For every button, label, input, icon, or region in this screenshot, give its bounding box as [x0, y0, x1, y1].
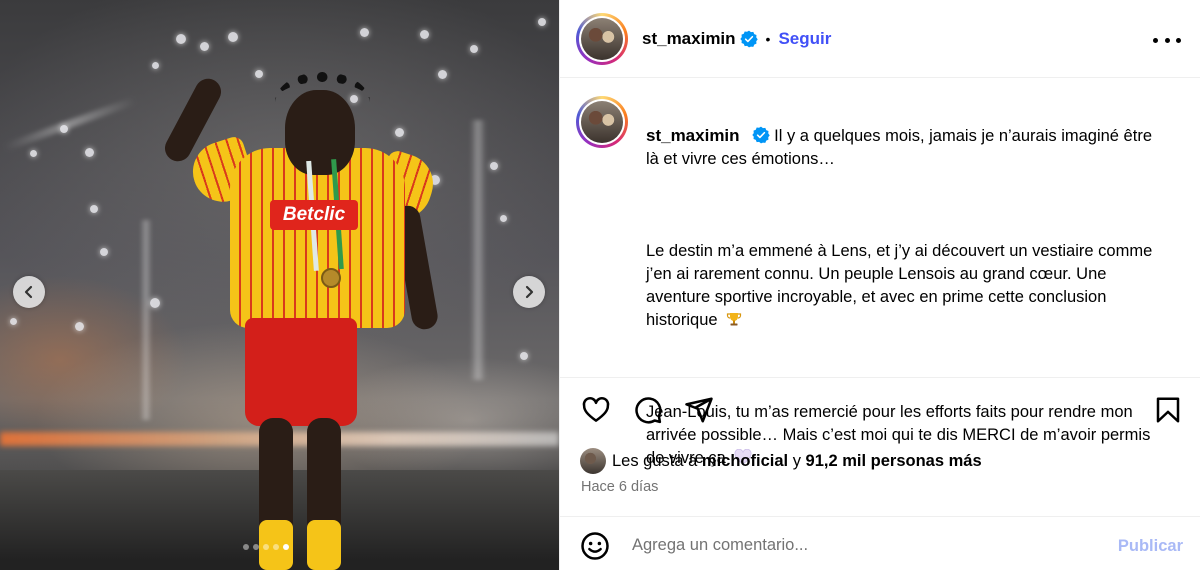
likes-prefix-text: Les gusta a [612, 451, 698, 470]
comment-icon [635, 397, 662, 424]
likes-conjunction: y [792, 451, 801, 470]
publish-button[interactable]: Publicar [1118, 537, 1183, 556]
post-header: st_maximin • Seguir [560, 0, 1200, 78]
comment-input[interactable] [632, 531, 1092, 559]
caption-paragraph-2: Le destin m’a emmené à Lens, et j’y ai d… [646, 242, 1153, 329]
verified-badge-icon [739, 30, 758, 48]
carousel-prev-button[interactable] [13, 276, 45, 308]
shirt-sponsor: Betclic [270, 200, 358, 230]
liker-avatar[interactable] [580, 448, 606, 474]
trophy-emoji-icon [727, 313, 742, 326]
separator-dot: • [765, 31, 771, 47]
liker-username[interactable]: michoficial [702, 452, 788, 471]
chevron-left-icon [24, 285, 33, 299]
likes-summary: Les gusta a michoficial y 91,2 mil perso… [580, 448, 982, 474]
more-options-icon[interactable] [1153, 30, 1181, 50]
light-beam [140, 220, 152, 420]
author-avatar[interactable] [576, 13, 628, 65]
post-media[interactable]: Betclic [0, 0, 559, 570]
like-button[interactable] [581, 395, 611, 425]
comment-button[interactable] [633, 395, 663, 425]
carousel-dot [263, 544, 269, 550]
caption-author-avatar[interactable] [576, 96, 628, 148]
carousel-dot-active [283, 544, 289, 550]
likes-count[interactable]: 91,2 mil personas más [806, 452, 982, 471]
caption-username[interactable]: st_maximin [646, 126, 740, 145]
post-timestamp[interactable]: Hace 6 días [581, 479, 658, 495]
heart-icon [582, 397, 610, 422]
author-name-row: st_maximin • Seguir [642, 29, 831, 49]
bookmark-icon [1156, 397, 1180, 423]
author-username[interactable]: st_maximin [642, 29, 736, 49]
light-beam [470, 120, 486, 380]
carousel-dot [273, 544, 279, 550]
post-actions [560, 378, 1200, 438]
share-button[interactable] [684, 395, 714, 425]
follow-button[interactable]: Seguir [778, 29, 831, 49]
carousel-dot [243, 544, 249, 550]
post-side-panel: st_maximin • Seguir st_maximin Il y a qu… [559, 0, 1200, 570]
carousel-dot [253, 544, 259, 550]
save-button[interactable] [1153, 395, 1183, 425]
carousel-next-button[interactable] [513, 276, 545, 308]
post-caption-area: st_maximin Il y a quelques mois, jamais … [560, 78, 1200, 467]
comment-composer: Publicar [560, 516, 1200, 570]
verified-badge-icon [752, 126, 770, 144]
smiley-icon[interactable] [580, 531, 610, 561]
player-figure: Betclic [160, 60, 441, 570]
send-icon [685, 397, 713, 423]
carousel-indicator [243, 544, 289, 550]
medal [321, 268, 341, 288]
chevron-right-icon [525, 285, 534, 299]
